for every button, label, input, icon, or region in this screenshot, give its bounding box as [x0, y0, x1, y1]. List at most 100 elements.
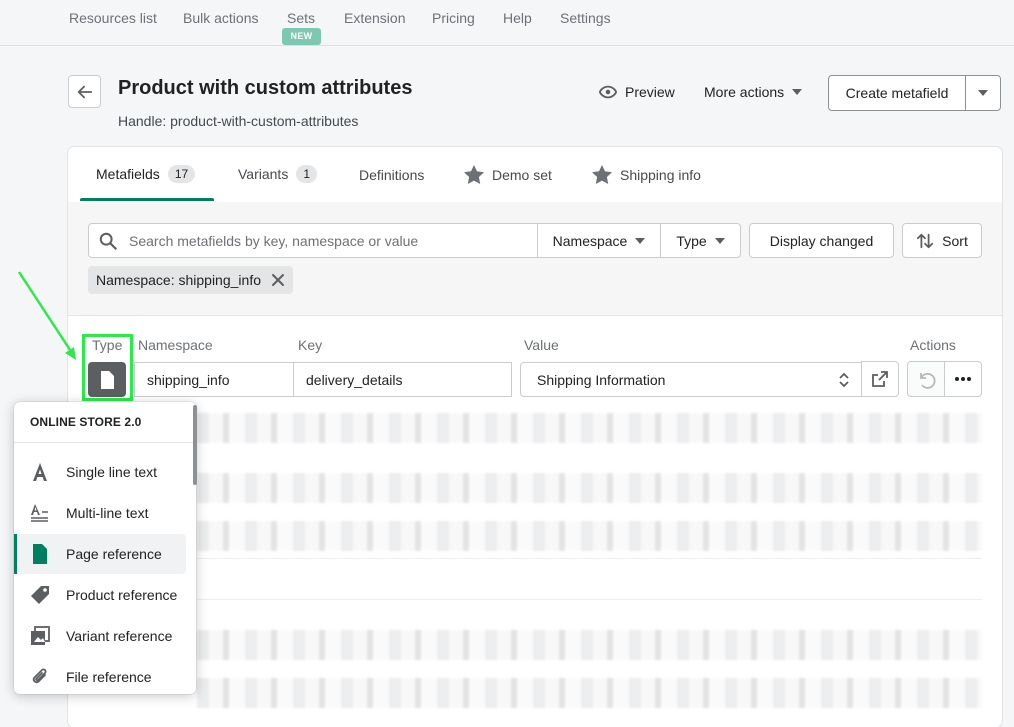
tab-metafields[interactable]: Metafields 17: [96, 165, 196, 183]
top-nav: Resources list Bulk actions Sets Extensi…: [0, 0, 1014, 46]
blurred-row: [197, 413, 982, 443]
blurred-row: [197, 473, 982, 503]
sort-icon: [917, 233, 934, 248]
filter-area: [68, 202, 1002, 316]
close-icon[interactable]: [271, 273, 285, 287]
more-button[interactable]: [944, 361, 982, 397]
active-tab-indicator: [80, 198, 214, 201]
menu-item-page-reference[interactable]: Page reference: [14, 534, 186, 574]
blurred-row: [197, 678, 982, 708]
display-changed-button[interactable]: Display changed: [749, 223, 894, 258]
value-select[interactable]: Shipping Information: [520, 362, 862, 397]
variant-icon: [31, 626, 50, 645]
star-icon: [592, 165, 612, 184]
display-changed-label: Display changed: [769, 232, 874, 249]
type-dropdown-menu: ONLINE STORE 2.0 Single line text Multi-…: [14, 402, 196, 694]
menu-item-variant-reference[interactable]: Variant reference: [14, 616, 196, 656]
tab-definitions[interactable]: Definitions: [359, 167, 424, 183]
namespace-filter-chip: Namespace: shipping_info: [88, 266, 293, 294]
column-namespace: Namespace: [138, 337, 213, 353]
sort-label: Sort: [942, 232, 968, 249]
nav-help[interactable]: Help: [503, 10, 532, 26]
tab-label: Metafields: [96, 166, 160, 182]
menu-item-label: Multi-line text: [66, 505, 149, 521]
tab-label: Variants: [238, 166, 289, 182]
annotation-arrow: [17, 271, 76, 360]
product-handle: Handle: product-with-custom-attributes: [118, 113, 359, 129]
undo-icon: [920, 373, 936, 389]
tab-variants[interactable]: Variants 1: [238, 165, 318, 183]
create-dropdown-button[interactable]: [966, 76, 1000, 110]
count-badge: 17: [167, 165, 196, 183]
paperclip-icon: [32, 668, 47, 684]
search-field[interactable]: [88, 223, 538, 258]
menu-item-single-line-text[interactable]: Single line text: [14, 452, 196, 492]
column-key: Key: [298, 337, 323, 353]
tab-shipping-info[interactable]: Shipping info: [592, 165, 701, 184]
selected-indicator: [14, 534, 17, 574]
more-actions-label: More actions: [704, 84, 785, 100]
nav-bulk-actions[interactable]: Bulk actions: [183, 10, 258, 26]
arrow-left-icon: [77, 85, 92, 98]
create-metafield-split-button: Create metafield: [828, 75, 1001, 111]
type-filter-button[interactable]: Type: [660, 223, 741, 258]
nav-resources-list[interactable]: Resources list: [69, 10, 157, 26]
nav-pricing[interactable]: Pricing: [432, 10, 475, 26]
menu-item-label: Product reference: [66, 587, 178, 603]
text-a-icon: [33, 463, 47, 481]
create-metafield-button[interactable]: Create metafield: [829, 76, 966, 110]
nav-settings[interactable]: Settings: [560, 10, 611, 26]
back-button[interactable]: [68, 75, 101, 108]
caret-down-icon: [978, 90, 988, 96]
namespace-filter-button[interactable]: Namespace: [537, 223, 661, 258]
key-field[interactable]: delivery_details: [293, 362, 512, 397]
menu-item-label: Variant reference: [66, 628, 173, 644]
blurred-band: [197, 558, 982, 600]
search-input[interactable]: [127, 231, 511, 250]
value-select-label: Shipping Information: [537, 371, 666, 388]
menu-item-label: File reference: [66, 669, 152, 685]
menu-section-header: ONLINE STORE 2.0: [30, 415, 142, 429]
search-icon: [99, 232, 117, 250]
menu-item-file-reference[interactable]: File reference: [14, 657, 196, 694]
highlight-box: [82, 334, 133, 401]
column-actions: Actions: [910, 337, 956, 353]
nav-extension[interactable]: Extension: [344, 10, 405, 26]
star-icon: [464, 165, 484, 184]
namespace-filter-label: Namespace: [552, 232, 628, 249]
preview-label: Preview: [625, 84, 675, 100]
external-link-icon: [872, 371, 888, 387]
page-title: Product with custom attributes: [118, 77, 413, 99]
eye-icon: [599, 85, 617, 99]
menu-divider: [14, 442, 196, 443]
ellipsis-icon: [955, 377, 971, 381]
page-icon: [33, 544, 47, 564]
nav-sets[interactable]: Sets: [287, 10, 315, 26]
revert-button[interactable]: [907, 361, 945, 397]
new-badge: NEW: [282, 28, 321, 45]
more-actions-button[interactable]: More actions: [704, 84, 803, 100]
caret-down-icon: [714, 237, 725, 244]
tab-demo-set[interactable]: Demo set: [464, 165, 552, 184]
text-multiline-icon: [31, 504, 48, 522]
menu-item-product-reference[interactable]: Product reference: [14, 575, 196, 615]
tab-label: Demo set: [492, 166, 552, 183]
sort-button[interactable]: Sort: [902, 223, 982, 258]
tab-label: Definitions: [359, 167, 425, 183]
caret-down-icon: [635, 237, 646, 244]
caret-down-icon: [792, 89, 803, 95]
blurred-row: [197, 630, 982, 660]
menu-item-label: Single line text: [66, 464, 158, 480]
type-filter-label: Type: [676, 232, 707, 249]
blurred-row: [197, 521, 982, 551]
open-external-button[interactable]: [861, 361, 899, 397]
column-value: Value: [524, 337, 559, 353]
menu-item-multi-line-text[interactable]: Multi-line text: [14, 493, 196, 533]
menu-scrollbar[interactable]: [193, 405, 197, 485]
tab-label: Shipping info: [620, 166, 701, 183]
preview-button[interactable]: Preview: [599, 84, 675, 100]
chip-label: Namespace: shipping_info: [96, 272, 261, 288]
namespace-field[interactable]: shipping_info: [134, 362, 294, 397]
count-badge: 1: [296, 165, 318, 183]
menu-item-label: Page reference: [66, 546, 162, 562]
